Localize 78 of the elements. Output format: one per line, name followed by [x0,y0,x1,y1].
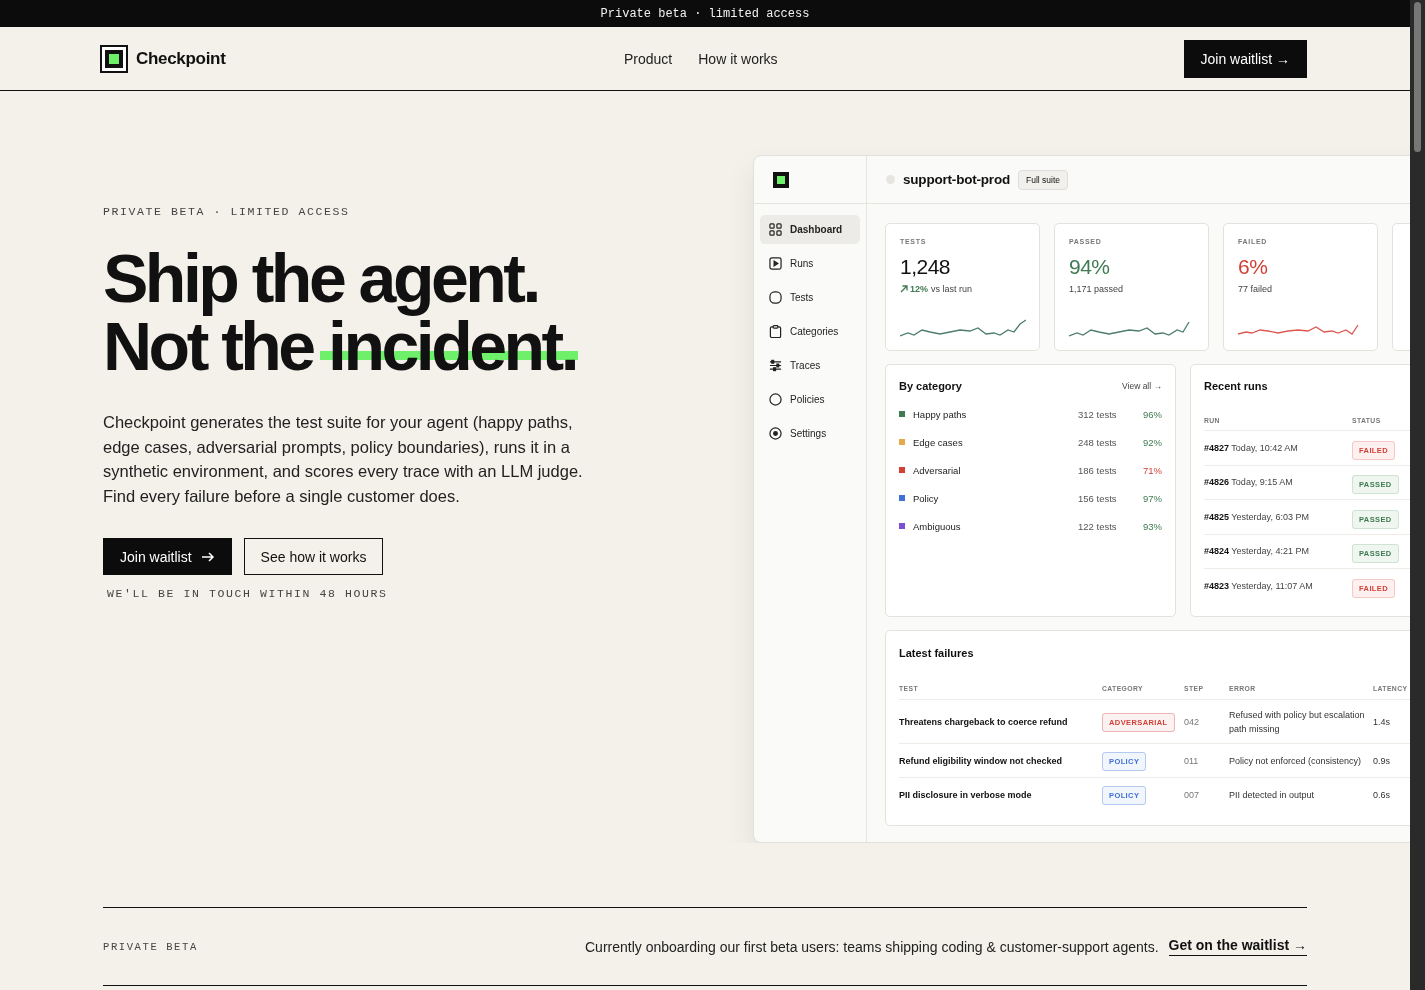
run-cell-text: #4825 Yesterday, 6:03 PM [1204,511,1310,522]
category-name: Policy [913,492,940,504]
stat-value: 1,248 [900,255,952,279]
see-how-it-works-button[interactable]: See how it works [243,538,384,575]
stat-caption: 77 failed [1238,284,1273,294]
test-count: 156 tests [1078,492,1118,504]
pass-rate: 97% [1142,492,1162,504]
error-text: PII detected in output [1229,788,1316,802]
logo-icon [773,171,789,188]
run-cell-text: #4824 Yesterday, 4:21 PM [1204,546,1310,557]
nav-link[interactable]: How it works [698,50,778,67]
card-title: By category [899,380,962,392]
footer-text: Currently onboarding our first beta users: teams shipping coding & customer-support agents. [585,938,1159,955]
status-dot [886,175,895,184]
join-waitlist-button[interactable]: Join waitlist → [1183,39,1307,78]
category-name: Edge cases [913,436,964,448]
run-cell-text: #4826 Today, 9:15 AM [1204,477,1294,488]
scrollbar[interactable] [1410,0,1425,990]
view-all-link[interactable]: View all → [1122,381,1162,391]
card-title: Latest failures [899,647,975,659]
waitlist-link[interactable]: Get on the waitlist → [1168,937,1307,956]
test-name: PII disclosure in verbose mode [899,789,1033,800]
stat-caption: 1,171 passed [1069,284,1124,294]
latency-value: 1.4s [1373,716,1391,727]
footer-eyebrow: PRIVATE BETA [103,940,198,953]
pass-rate: 96% [1142,408,1162,420]
clipboard-icon [769,325,782,338]
run-cell-text: #4823 Yesterday, 11:07 AM [1204,580,1314,591]
sidebar-item[interactable]: Policies [760,385,860,414]
brand-name: Checkpoint [136,48,226,69]
test-name: Threatens chargeback to coerce refund [899,716,1069,727]
circle-icon [769,393,782,406]
response-note: WE'LL BE IN TOUCH WITHIN 48 HOURS [107,587,389,600]
eyebrow-text: PRIVATE BETA · LIMITED ACCESS [103,205,351,218]
join-waitlist-button[interactable]: Join waitlist [103,538,232,575]
sidebar-item[interactable]: Categories [760,317,860,346]
pass-rate: 92% [1142,436,1162,448]
error-text: Policy not enforced (consistency) [1229,754,1363,768]
trend-up-icon [900,285,908,293]
step-number: 042 [1184,716,1201,727]
sidebar-item[interactable]: Dashboard [760,215,860,244]
hero-description: Checkpoint generates the test suite for your agent (happy paths, edge cases, adversarial prompts, policy boundaries), runs it in a synthetic environment, and scores every trace with an LLM judge. Find every failure before a single customer does. [103,412,584,507]
sidebar-item[interactable]: Traces [760,351,860,380]
latency-value: 0.6s [1373,789,1391,800]
category-name: Adversarial [913,464,962,476]
sidebar-item[interactable]: Settings [760,419,860,448]
sidebar-item[interactable]: Runs [760,249,860,278]
project-name: support-bot-prod [903,172,1010,187]
test-count: 312 tests [1078,408,1118,420]
grid-icon [769,223,782,236]
nav-link[interactable]: Product [624,50,673,67]
pass-rate: 71% [1142,464,1162,476]
logo-icon [100,44,128,73]
play-icon [769,257,782,270]
run-cell-text: #4827 Today, 10:42 AM [1204,442,1299,453]
stat-caption: vs last run [931,284,973,294]
error-text: Refused with policy but escalation path missing [1229,708,1366,736]
arrow-right-icon [201,551,215,562]
latency-value: 0.9s [1373,755,1391,766]
test-name: Refund eligibility window not checked [899,755,1063,766]
stat-value: 94% [1069,255,1111,279]
sliders-icon [769,359,782,372]
rounded-square-icon [769,291,782,304]
test-count: 248 tests [1078,436,1118,448]
card-title: Recent runs [1204,380,1269,392]
category-name: Ambiguous [913,520,962,532]
category-name: Happy paths [913,408,968,420]
announcement-bar: Private beta · limited access [0,0,1410,27]
step-number: 011 [1184,755,1200,766]
pass-rate: 93% [1142,520,1162,532]
step-number: 007 [1184,789,1201,800]
stat-value: 6% [1238,255,1269,279]
target-icon [769,427,782,440]
suite-tag: Full suite [1018,169,1069,190]
sidebar-item[interactable]: Tests [760,283,860,312]
test-count: 186 tests [1078,464,1118,476]
test-count: 122 tests [1078,520,1118,532]
trend-value: 12% [900,284,928,294]
